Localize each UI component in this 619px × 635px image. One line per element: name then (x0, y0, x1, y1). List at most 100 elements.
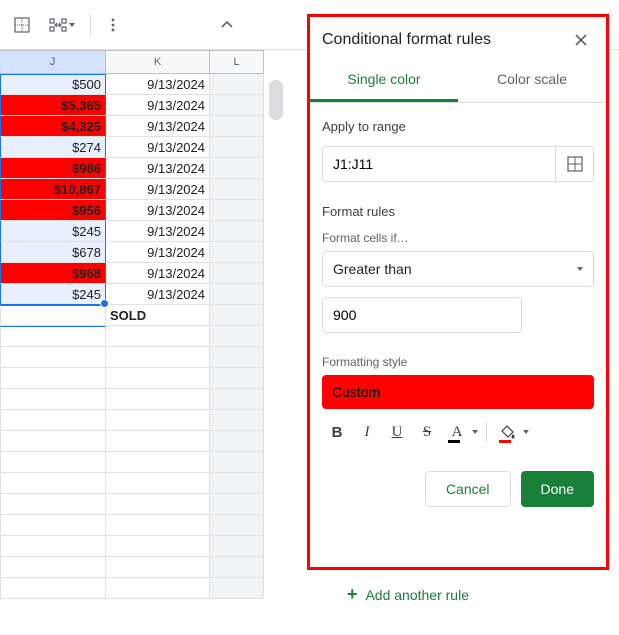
cell-l[interactable] (210, 74, 264, 95)
cell-l[interactable] (210, 95, 264, 116)
cell-k[interactable]: 9/13/2024 (106, 221, 210, 242)
cell[interactable] (106, 431, 210, 452)
bold-button[interactable]: B (324, 419, 350, 445)
cell[interactable] (106, 473, 210, 494)
cell[interactable] (0, 578, 106, 599)
underline-button[interactable]: U (384, 419, 410, 445)
cell-j[interactable]: $500 (0, 74, 106, 95)
cell[interactable] (106, 578, 210, 599)
cell-l[interactable] (210, 137, 264, 158)
cell[interactable] (106, 326, 210, 347)
strikethrough-button[interactable]: S (414, 419, 440, 445)
close-icon[interactable] (572, 31, 590, 49)
cell[interactable] (106, 515, 210, 536)
cell[interactable] (106, 494, 210, 515)
cell-k[interactable]: 9/13/2024 (106, 158, 210, 179)
done-button[interactable]: Done (521, 471, 594, 507)
cell-l[interactable] (210, 263, 264, 284)
cell[interactable] (106, 347, 210, 368)
cell-j[interactable]: $10,867 (0, 179, 106, 200)
cell[interactable] (210, 536, 264, 557)
cell-k[interactable]: 9/13/2024 (106, 116, 210, 137)
cell[interactable] (210, 557, 264, 578)
cancel-button[interactable]: Cancel (425, 471, 511, 507)
cell-k[interactable]: 9/13/2024 (106, 284, 210, 305)
cell[interactable] (210, 452, 264, 473)
cell-j[interactable]: $968 (0, 263, 106, 284)
cell-l[interactable] (210, 242, 264, 263)
cell-j[interactable]: $245 (0, 284, 106, 305)
cell-j[interactable]: $678 (0, 242, 106, 263)
cell[interactable] (106, 389, 210, 410)
cell[interactable] (210, 494, 264, 515)
sold-cell[interactable]: SOLD (106, 305, 210, 326)
cell[interactable] (0, 557, 106, 578)
add-another-rule-button[interactable]: + Add another rule (347, 584, 469, 605)
condition-dropdown[interactable]: Greater than (322, 251, 594, 287)
cell-l[interactable] (210, 284, 264, 305)
cell[interactable] (0, 452, 106, 473)
spreadsheet-grid[interactable]: J K L $5009/13/2024$5,3659/13/2024$4,325… (0, 50, 280, 599)
cell[interactable] (0, 347, 106, 368)
cell-k[interactable]: 9/13/2024 (106, 179, 210, 200)
tab-color-scale[interactable]: Color scale (458, 59, 606, 102)
borders-icon[interactable] (8, 11, 36, 39)
cell-k[interactable]: 9/13/2024 (106, 200, 210, 221)
text-color-button[interactable]: A (444, 419, 478, 445)
collapse-toolbar-icon[interactable] (213, 11, 241, 39)
cell[interactable] (106, 410, 210, 431)
cell-l[interactable] (210, 200, 264, 221)
cell[interactable] (210, 326, 264, 347)
cell[interactable] (210, 515, 264, 536)
cell-j[interactable]: $274 (0, 137, 106, 158)
more-icon[interactable] (99, 11, 127, 39)
cell-j[interactable]: $986 (0, 158, 106, 179)
cell[interactable] (0, 410, 106, 431)
style-preview[interactable]: Custom (322, 375, 594, 409)
cell[interactable] (0, 494, 106, 515)
cell[interactable] (0, 473, 106, 494)
italic-button[interactable]: I (354, 419, 380, 445)
column-header-l[interactable]: L (210, 50, 264, 74)
cell[interactable] (210, 410, 264, 431)
cell-k[interactable]: 9/13/2024 (106, 95, 210, 116)
range-input[interactable] (323, 156, 555, 172)
column-header-k[interactable]: K (106, 50, 210, 74)
cell[interactable] (210, 389, 264, 410)
tab-single-color[interactable]: Single color (310, 59, 458, 102)
vertical-scrollbar[interactable] (269, 80, 283, 120)
cell-l[interactable] (210, 116, 264, 137)
merge-cells-icon[interactable] (42, 11, 82, 39)
cell[interactable] (0, 389, 106, 410)
cell[interactable] (210, 347, 264, 368)
cell-j[interactable]: $956 (0, 200, 106, 221)
cell[interactable] (210, 578, 264, 599)
cell[interactable] (106, 557, 210, 578)
cell-k[interactable]: 9/13/2024 (106, 137, 210, 158)
threshold-input[interactable] (323, 298, 521, 332)
cell-l[interactable] (210, 179, 264, 200)
cell[interactable] (106, 536, 210, 557)
cell-k[interactable]: 9/13/2024 (106, 263, 210, 284)
cell-j[interactable]: $4,325 (0, 116, 106, 137)
cell-j[interactable]: $245 (0, 221, 106, 242)
cell[interactable] (0, 368, 106, 389)
cell[interactable] (210, 368, 264, 389)
fill-color-button[interactable] (495, 419, 529, 445)
cell[interactable] (106, 368, 210, 389)
column-header-j[interactable]: J (0, 50, 106, 74)
cell[interactable] (106, 452, 210, 473)
cell[interactable] (0, 431, 106, 452)
cell[interactable] (0, 305, 106, 326)
cell-j[interactable]: $5,365 (0, 95, 106, 116)
cell[interactable] (0, 515, 106, 536)
cell[interactable] (0, 536, 106, 557)
cell[interactable] (210, 431, 264, 452)
cell[interactable] (210, 305, 264, 326)
cell-l[interactable] (210, 158, 264, 179)
cell-k[interactable]: 9/13/2024 (106, 74, 210, 95)
select-range-icon[interactable] (555, 147, 593, 181)
cell[interactable] (210, 473, 264, 494)
cell[interactable] (0, 326, 106, 347)
cell-l[interactable] (210, 221, 264, 242)
